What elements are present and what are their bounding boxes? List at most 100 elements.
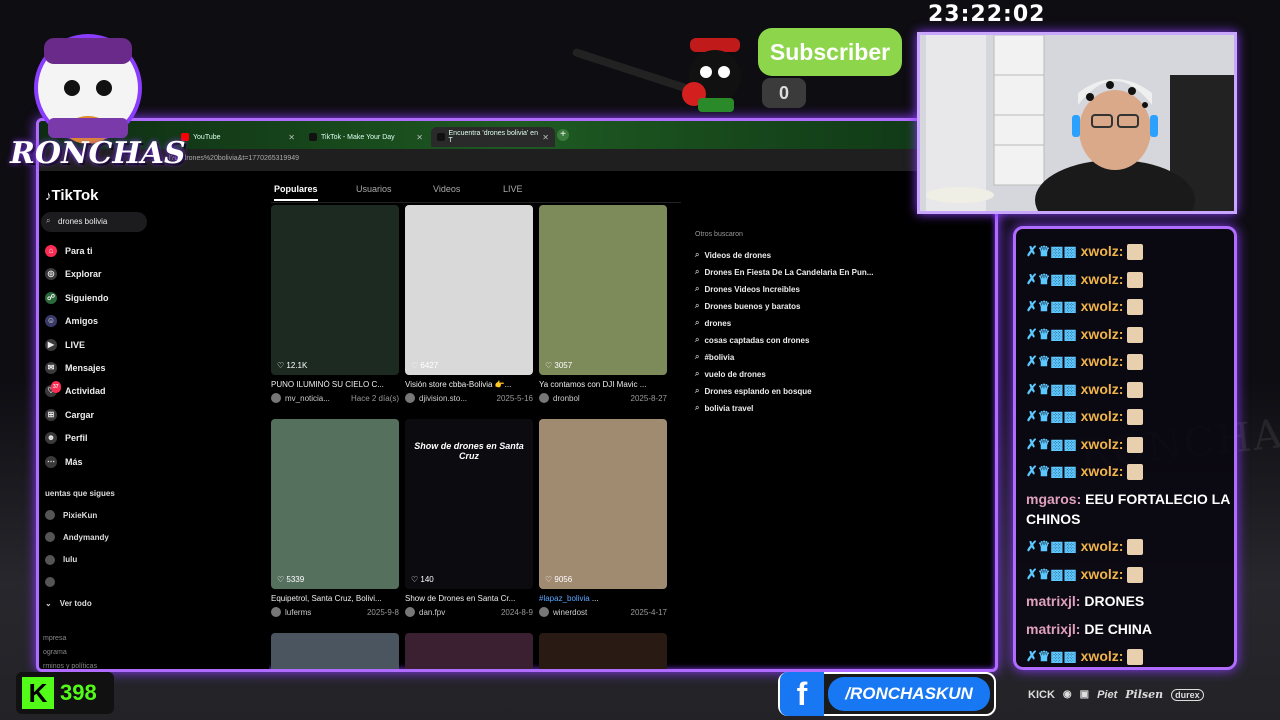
video-caption[interactable]: Equipetrol, Santa Cruz, Bolivi... xyxy=(271,594,399,603)
like-count: ♡ 6427 xyxy=(411,361,439,370)
avatar[interactable] xyxy=(405,607,415,617)
chat-username[interactable]: xwolz: xyxy=(1081,648,1124,664)
following-account[interactable]: Andymandy xyxy=(45,532,109,543)
close-icon[interactable]: ✕ xyxy=(416,133,423,142)
video-thumbnail[interactable]: Show de drones en Santa Cruz ♡ 140 xyxy=(405,419,533,589)
video-author[interactable]: dan.fpv xyxy=(419,608,445,617)
video-date: 2025-8-27 xyxy=(630,393,667,403)
tiktok-logo[interactable]: ♪TikTok xyxy=(45,187,98,204)
tab-live[interactable]: LIVE xyxy=(503,184,523,194)
video-card[interactable]: ♡ 9056 #lapaz_bolivia ... winerdost 2025-4-… xyxy=(539,419,667,617)
avatar[interactable] xyxy=(271,393,281,403)
video-author[interactable]: dronbol xyxy=(553,394,580,403)
avatar[interactable] xyxy=(405,393,415,403)
nav-item-live[interactable]: ▶ LIVE xyxy=(45,338,85,351)
chat-badges-icon: ✗♛▩▩ xyxy=(1026,353,1081,369)
account-name: lulu xyxy=(63,555,78,565)
video-thumbnail[interactable]: ♡ 5339 xyxy=(271,419,399,589)
chat-username[interactable]: xwolz: xyxy=(1081,326,1124,342)
see-all-link[interactable]: ⌄ Ver todo xyxy=(45,599,92,608)
related-search-item[interactable]: ⌕ Drones buenos y baratos xyxy=(695,301,801,311)
video-thumbnail[interactable]: ♡ 9056 xyxy=(539,419,667,589)
avatar[interactable] xyxy=(539,393,549,403)
video-thumbnail[interactable]: ♡ 6427 xyxy=(405,205,533,375)
video-card[interactable]: ♡ 3057 Ya contamos con DJI Mavic ... dronb… xyxy=(539,205,667,403)
new-tab-button[interactable]: + xyxy=(557,129,569,141)
chat-username[interactable]: xwolz: xyxy=(1081,298,1124,314)
video-thumbnail[interactable] xyxy=(271,633,399,669)
related-search-item[interactable]: ⌕ drones xyxy=(695,318,731,328)
footer-link[interactable]: mpresa xyxy=(43,635,66,642)
video-caption[interactable]: Show de Drones en Santa Cr... xyxy=(405,594,533,603)
chat-username[interactable]: xwolz: xyxy=(1081,271,1124,287)
chat-username[interactable]: xwolz: xyxy=(1081,436,1124,452)
chat-message: ✗♛▩▩ xwolz: xyxy=(1026,241,1234,261)
related-search-item[interactable]: ⌕ Drones Videos Increibles xyxy=(695,284,800,294)
following-account[interactable]: lulu xyxy=(45,554,78,565)
video-author[interactable]: djivision.sto... xyxy=(419,394,467,403)
following-account[interactable] xyxy=(45,576,63,587)
video-card[interactable]: ♡ 5339 Equipetrol, Santa Cruz, Bolivi... l… xyxy=(271,419,399,617)
close-icon[interactable]: ✕ xyxy=(542,133,549,142)
related-search-label: #bolivia xyxy=(704,352,735,362)
message-icon: ✉ xyxy=(45,362,57,374)
footer-link[interactable]: ograma xyxy=(43,649,67,656)
video-caption[interactable]: Visión store cbba-Bolivia 👉... xyxy=(405,380,533,389)
chat-username[interactable]: xwolz: xyxy=(1081,408,1124,424)
video-card[interactable]: Show de drones en Santa Cruz ♡ 140 Show de… xyxy=(405,419,533,617)
nav-item-actividad[interactable]: ♡37 Actividad xyxy=(45,381,106,398)
related-search-item[interactable]: ⌕ Drones esplando en bosque xyxy=(695,386,812,396)
search-input[interactable]: ⌕ drones bolivia xyxy=(41,212,147,232)
related-search-item[interactable]: ⌕ vuelo de drones xyxy=(695,369,766,379)
video-caption[interactable]: Ya contamos con DJI Mavic ... xyxy=(539,380,667,389)
twitch-icon: ▣ xyxy=(1079,689,1090,700)
video-caption[interactable]: PUNO ILUMINÓ SU CIELO C... xyxy=(271,380,399,389)
avatar[interactable] xyxy=(539,607,549,617)
browser-tab-search[interactable]: Encuentra 'drones bolivia' en T ✕ xyxy=(431,127,555,147)
avatar[interactable] xyxy=(271,607,281,617)
following-account[interactable]: PixieKun xyxy=(45,510,97,520)
nav-item-ms[interactable]: ⋯ Más xyxy=(45,455,83,468)
browser-tab-youtube[interactable]: YouTube ✕ xyxy=(175,127,301,147)
video-thumbnail[interactable] xyxy=(405,633,533,669)
tab-usuarios[interactable]: Usuarios xyxy=(356,184,392,194)
tiktok-icon xyxy=(309,133,317,141)
related-search-item[interactable]: ⌕ cosas captadas con drones xyxy=(695,335,809,345)
chat-username[interactable]: xwolz: xyxy=(1081,463,1124,479)
chat-username[interactable]: xwolz: xyxy=(1081,566,1124,582)
nav-item-mensajes[interactable]: ✉ Mensajes xyxy=(45,362,106,374)
chat-username[interactable]: xwolz: xyxy=(1081,538,1124,554)
chat-username[interactable]: xwolz: xyxy=(1081,381,1124,397)
video-thumbnail[interactable]: ♡ 12.1K xyxy=(271,205,399,375)
video-thumbnail[interactable] xyxy=(539,633,667,669)
video-author[interactable]: luferms xyxy=(285,608,311,617)
related-search-item[interactable]: ⌕ #bolivia xyxy=(695,352,734,362)
chat-message: matrixjl: DE CHINA xyxy=(1026,619,1234,639)
chat-username[interactable]: xwolz: xyxy=(1081,353,1124,369)
chat-username[interactable]: mgaros: xyxy=(1026,491,1085,507)
nav-item-perfil[interactable]: ☻ Perfil xyxy=(45,432,88,445)
chat-username[interactable]: matrixjl: xyxy=(1026,621,1084,637)
footer-link[interactable]: rminos y políticas xyxy=(43,663,97,669)
video-card[interactable]: ♡ 12.1K PUNO ILUMINÓ SU CIELO C... mv_noti… xyxy=(271,205,399,403)
tab-populares[interactable]: Populares xyxy=(274,184,318,201)
nav-item-explorar[interactable]: ◎ Explorar xyxy=(45,268,102,281)
related-search-item[interactable]: ⌕ Videos de drones xyxy=(695,250,771,260)
related-search-item[interactable]: ⌕ bolivia travel xyxy=(695,403,753,413)
video-author[interactable]: mv_noticia... xyxy=(285,394,330,403)
related-search-item[interactable]: ⌕ Drones En Fiesta De La Candelaria En Pu… xyxy=(695,267,873,277)
browser-tab-tiktok[interactable]: TikTok - Make Your Day ✕ xyxy=(303,127,429,147)
close-icon[interactable]: ✕ xyxy=(288,133,295,142)
subscriber-button[interactable]: Subscriber xyxy=(758,28,902,76)
nav-item-amigos[interactable]: ☺ Amigos xyxy=(45,315,98,328)
video-card[interactable]: ♡ 6427 Visión store cbba-Bolivia 👉... djiv… xyxy=(405,205,533,403)
nav-item-para-ti[interactable]: ⌂ Para ti xyxy=(45,245,93,257)
video-thumbnail[interactable]: ♡ 3057 xyxy=(539,205,667,375)
video-caption[interactable]: #lapaz_bolivia ... xyxy=(539,594,667,603)
chat-username[interactable]: matrixjl: xyxy=(1026,593,1084,609)
nav-item-cargar[interactable]: ⊞ Cargar xyxy=(45,408,94,421)
chat-username[interactable]: xwolz: xyxy=(1081,243,1124,259)
video-author[interactable]: winerdost xyxy=(553,608,587,617)
nav-item-siguiendo[interactable]: ☍ Siguiendo xyxy=(45,291,109,304)
tab-videos[interactable]: Videos xyxy=(433,184,460,194)
